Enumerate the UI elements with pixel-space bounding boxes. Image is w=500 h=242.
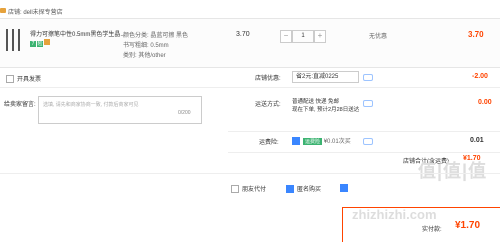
- store-coupon-amount: -2.00: [472, 73, 488, 80]
- insurance-amount: 0.01: [470, 137, 484, 144]
- shipping-method: 普通配送 快递 免邮: [292, 99, 340, 105]
- badge: [44, 39, 50, 45]
- pay-label: 实付款:: [422, 227, 442, 233]
- spec-category: 类别: 其他/other: [123, 53, 166, 59]
- item-subtotal: 3.70: [468, 30, 484, 39]
- invoice-option[interactable]: 开具发票: [6, 74, 42, 84]
- shipping-eta: 现在下单, 预计2月28日送达: [292, 107, 360, 113]
- message-label: 给卖家留言:: [4, 102, 36, 108]
- badge: 7: [30, 41, 36, 47]
- quantity-stepper: − 1 +: [280, 30, 326, 43]
- store-icon: [0, 8, 6, 13]
- product-thumbnail[interactable]: [4, 29, 24, 51]
- order-item: [0, 18, 500, 68]
- anonymous-option[interactable]: 匿名购买: [286, 184, 322, 194]
- insurance-option[interactable]: 运费险 ¥0.01次买: [292, 136, 351, 146]
- store-label[interactable]: 店铺: dell未探专营店: [8, 7, 63, 16]
- divider: [0, 173, 500, 174]
- store-coupon-select[interactable]: 省2元:直减0225: [292, 71, 359, 83]
- shipping-label: 运送方式:: [255, 102, 281, 108]
- chat-icon[interactable]: [363, 74, 373, 81]
- badge: 险: [37, 41, 43, 47]
- pen-icon: [12, 29, 14, 51]
- message-char-count: 0/200: [178, 110, 191, 116]
- product-title[interactable]: 得力可擦笔中性0.5mm黑色学生晶...: [30, 29, 125, 38]
- product-badges: 7险: [30, 39, 51, 47]
- anonymous-checkbox[interactable]: [286, 185, 294, 194]
- friend-pay-checkbox[interactable]: [231, 185, 239, 194]
- unit-price: 3.70: [236, 31, 250, 38]
- store-row: 店铺: dell未探专营店: [0, 0, 500, 18]
- pay-value: ¥1.70: [455, 220, 481, 231]
- watermark-bottom: zhizhizhi.com: [352, 207, 437, 222]
- store-coupon-label: 店铺优惠:: [255, 76, 281, 82]
- chat-icon[interactable]: [363, 138, 373, 145]
- third-checkbox[interactable]: [340, 184, 348, 192]
- invoice-checkbox[interactable]: [6, 75, 14, 84]
- shipping-amount: 0.00: [478, 99, 492, 106]
- friend-pay-option[interactable]: 朋友代付: [231, 184, 267, 194]
- pen-icon: [18, 29, 20, 51]
- friend-pay-label: 朋友代付: [242, 187, 267, 193]
- quantity-input[interactable]: 1: [292, 30, 314, 43]
- chat-icon[interactable]: [363, 100, 373, 107]
- shipping-info: 普通配送 快递 免邮 现在下单, 预计2月28日送达: [292, 98, 359, 114]
- spec-thickness: 书写粗细: 0.5mm: [123, 43, 169, 49]
- insurance-checkbox[interactable]: [292, 137, 300, 146]
- spec-color: 颜色分类: 晶蓝可擦 黑色: [123, 33, 189, 39]
- watermark-top: 值|值|值: [418, 161, 488, 181]
- insurance-label: 运费险:: [259, 140, 279, 146]
- divider: [0, 87, 500, 88]
- pen-icon: [6, 29, 8, 51]
- insurance-tag: 运费险: [303, 138, 323, 145]
- item-discount: 无优惠: [369, 34, 388, 40]
- message-placeholder: 选填, 请先和商家协商一致, 付款后商家可见: [43, 102, 139, 108]
- decrease-button[interactable]: −: [280, 30, 292, 43]
- third-option[interactable]: [340, 184, 351, 192]
- invoice-label: 开具发票: [17, 77, 42, 83]
- anonymous-label: 匿名购买: [297, 187, 322, 193]
- insurance-text: ¥0.01次买: [323, 139, 351, 145]
- increase-button[interactable]: +: [314, 30, 326, 43]
